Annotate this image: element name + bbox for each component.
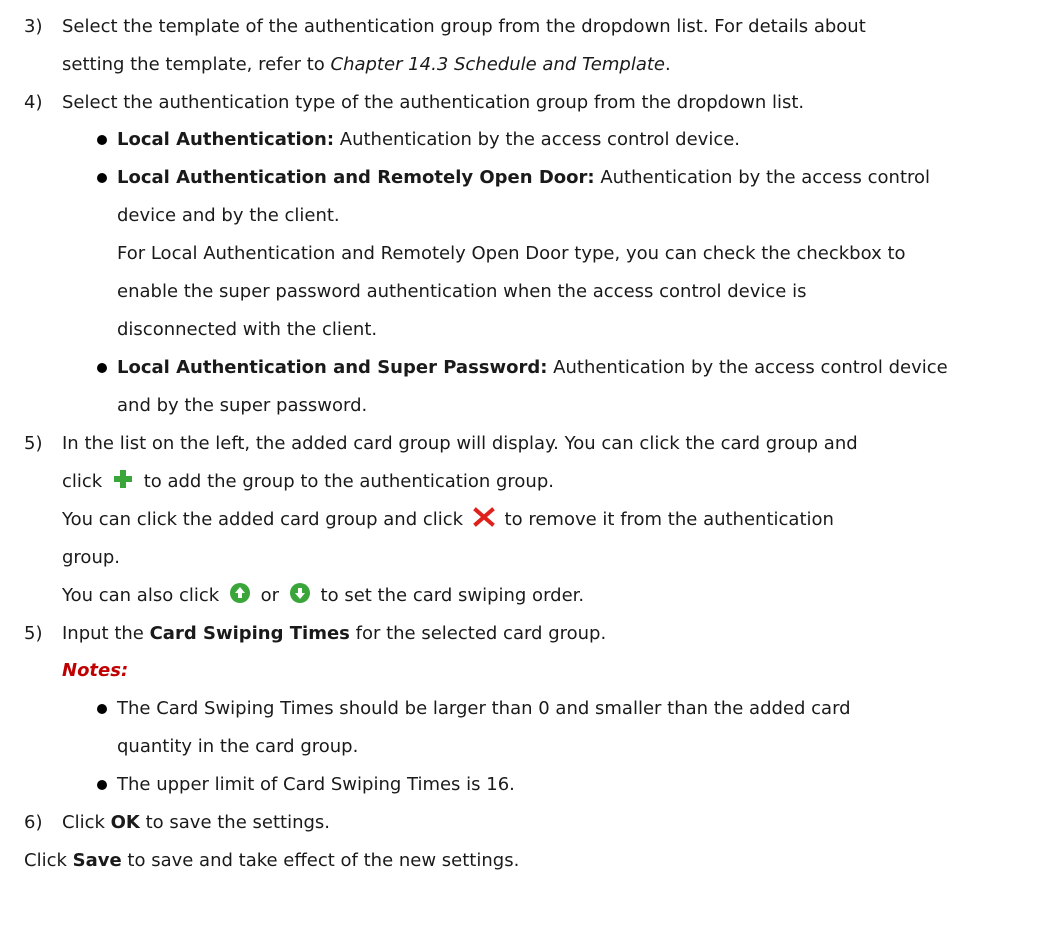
arrow-down-icon: [289, 583, 310, 603]
step-number: 5): [24, 433, 43, 454]
step-number: 6): [24, 812, 43, 833]
step5b-text: Input the Card Swiping Times for the sel…: [62, 623, 607, 644]
chapter-reference: Chapter 14.3 Schedule and Template: [330, 54, 665, 75]
step4-text: Select the authentication type of the au…: [62, 92, 805, 113]
remote-note-line: enable the super password authentication…: [117, 281, 807, 302]
step3-text: Select the template of the authenticatio…: [62, 16, 866, 37]
step-number: 3): [24, 16, 43, 37]
remove-icon: [472, 507, 495, 527]
notes-label: Notes:: [62, 660, 129, 681]
remote-note-line: disconnected with the client.: [117, 319, 378, 340]
auth-type-remote-cont: device and by the client.: [117, 205, 340, 226]
remote-note-line: For Local Authentication and Remotely Op…: [117, 243, 906, 264]
add-icon: [113, 470, 132, 488]
auth-type-super: Local Authentication and Super Password:…: [117, 357, 948, 378]
step5-order: You can also click or to set the card sw…: [62, 583, 584, 608]
auth-type-local: Local Authentication: Authentication by …: [117, 129, 741, 150]
bullet: [97, 363, 107, 373]
step-number: 5): [24, 623, 43, 644]
step5-group: group.: [62, 547, 120, 568]
step5-click-remove: You can click the added card group and c…: [62, 507, 834, 532]
final-instruction: Click Save to save and take effect of th…: [24, 850, 520, 871]
note-item-cont: quantity in the card group.: [117, 736, 359, 757]
step3-text-cont: setting the template, refer to Chapter 1…: [62, 54, 671, 75]
bullet: [97, 780, 107, 790]
step-number: 4): [24, 92, 43, 113]
auth-type-super-cont: and by the super password.: [117, 395, 368, 416]
step5-click-add: click to add the group to the authentica…: [62, 470, 554, 494]
note-item: The Card Swiping Times should be larger …: [117, 698, 851, 719]
bullet: [97, 704, 107, 714]
step5-text: In the list on the left, the added card …: [62, 433, 858, 454]
bullet: [97, 173, 107, 183]
auth-type-remote: Local Authentication and Remotely Open D…: [117, 167, 931, 188]
arrow-up-icon: [229, 583, 250, 603]
note-item: The upper limit of Card Swiping Times is…: [117, 774, 515, 795]
step6-text: Click OK to save the settings.: [62, 812, 331, 833]
bullet: [97, 135, 107, 145]
